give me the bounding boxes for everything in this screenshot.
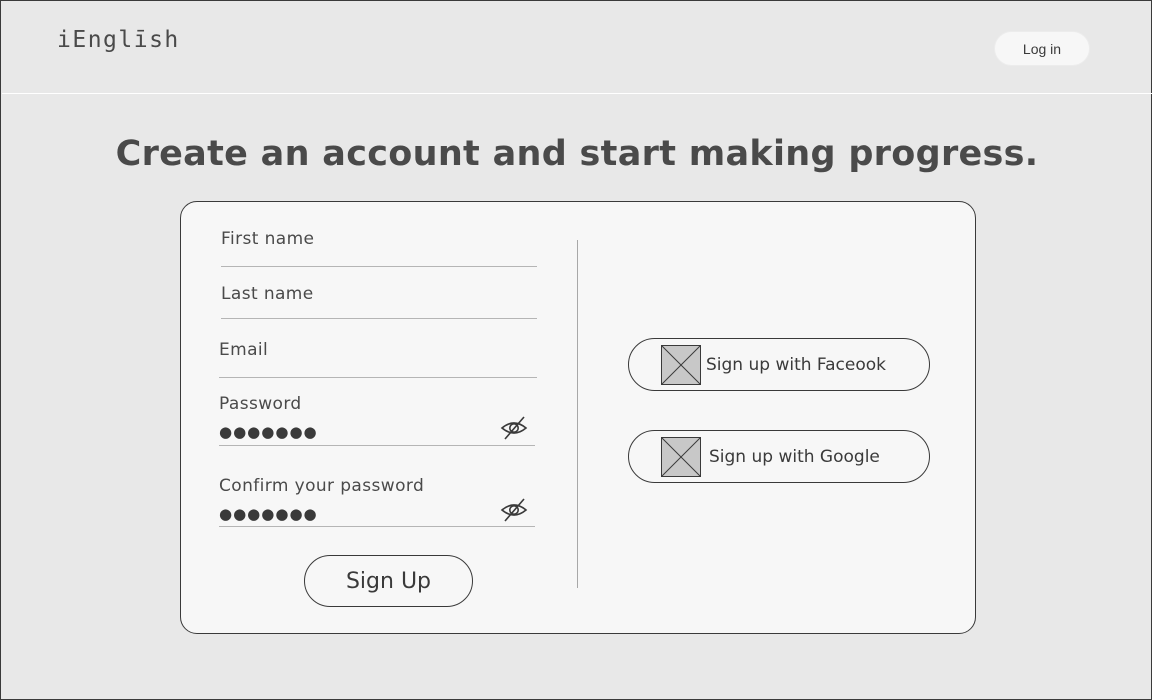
- first-name-field[interactable]: First name: [221, 229, 537, 269]
- vertical-divider: [577, 240, 578, 588]
- confirm-password-value: ●●●●●●●: [219, 505, 318, 523]
- first-name-underline: [221, 266, 537, 267]
- password-field[interactable]: Password ●●●●●●●: [219, 394, 535, 448]
- last-name-underline: [221, 318, 537, 319]
- login-button[interactable]: Log in: [994, 31, 1090, 66]
- password-label: Password: [219, 394, 302, 414]
- page-frame: iEnglīsh Log in Create an account and st…: [0, 0, 1152, 700]
- first-name-label: First name: [221, 229, 315, 249]
- email-field[interactable]: Email: [219, 340, 537, 380]
- logo[interactable]: iEnglīsh: [57, 27, 180, 53]
- email-underline: [219, 377, 537, 378]
- password-underline: [219, 445, 535, 446]
- eye-slash-icon[interactable]: [500, 497, 528, 523]
- google-signup-label: Sign up with Google: [709, 447, 880, 467]
- last-name-field[interactable]: Last name: [221, 284, 537, 320]
- header: iEnglīsh Log in: [2, 2, 1152, 94]
- sign-up-button[interactable]: Sign Up: [304, 555, 473, 607]
- facebook-signup-label: Sign up with Faceook: [706, 355, 887, 375]
- google-signup-button[interactable]: Sign up with Google: [628, 430, 930, 483]
- facebook-placeholder-icon: [661, 345, 701, 385]
- last-name-label: Last name: [221, 284, 314, 304]
- confirm-password-underline: [219, 526, 535, 527]
- facebook-signup-button[interactable]: Sign up with Faceook: [628, 338, 930, 391]
- eye-slash-icon[interactable]: [500, 415, 528, 441]
- password-value: ●●●●●●●: [219, 423, 318, 441]
- page-title: Create an account and start making progr…: [115, 134, 1039, 174]
- confirm-password-field[interactable]: Confirm your password ●●●●●●●: [219, 476, 535, 530]
- google-placeholder-icon: [661, 437, 701, 477]
- confirm-password-label: Confirm your password: [219, 476, 425, 496]
- email-label: Email: [219, 340, 269, 360]
